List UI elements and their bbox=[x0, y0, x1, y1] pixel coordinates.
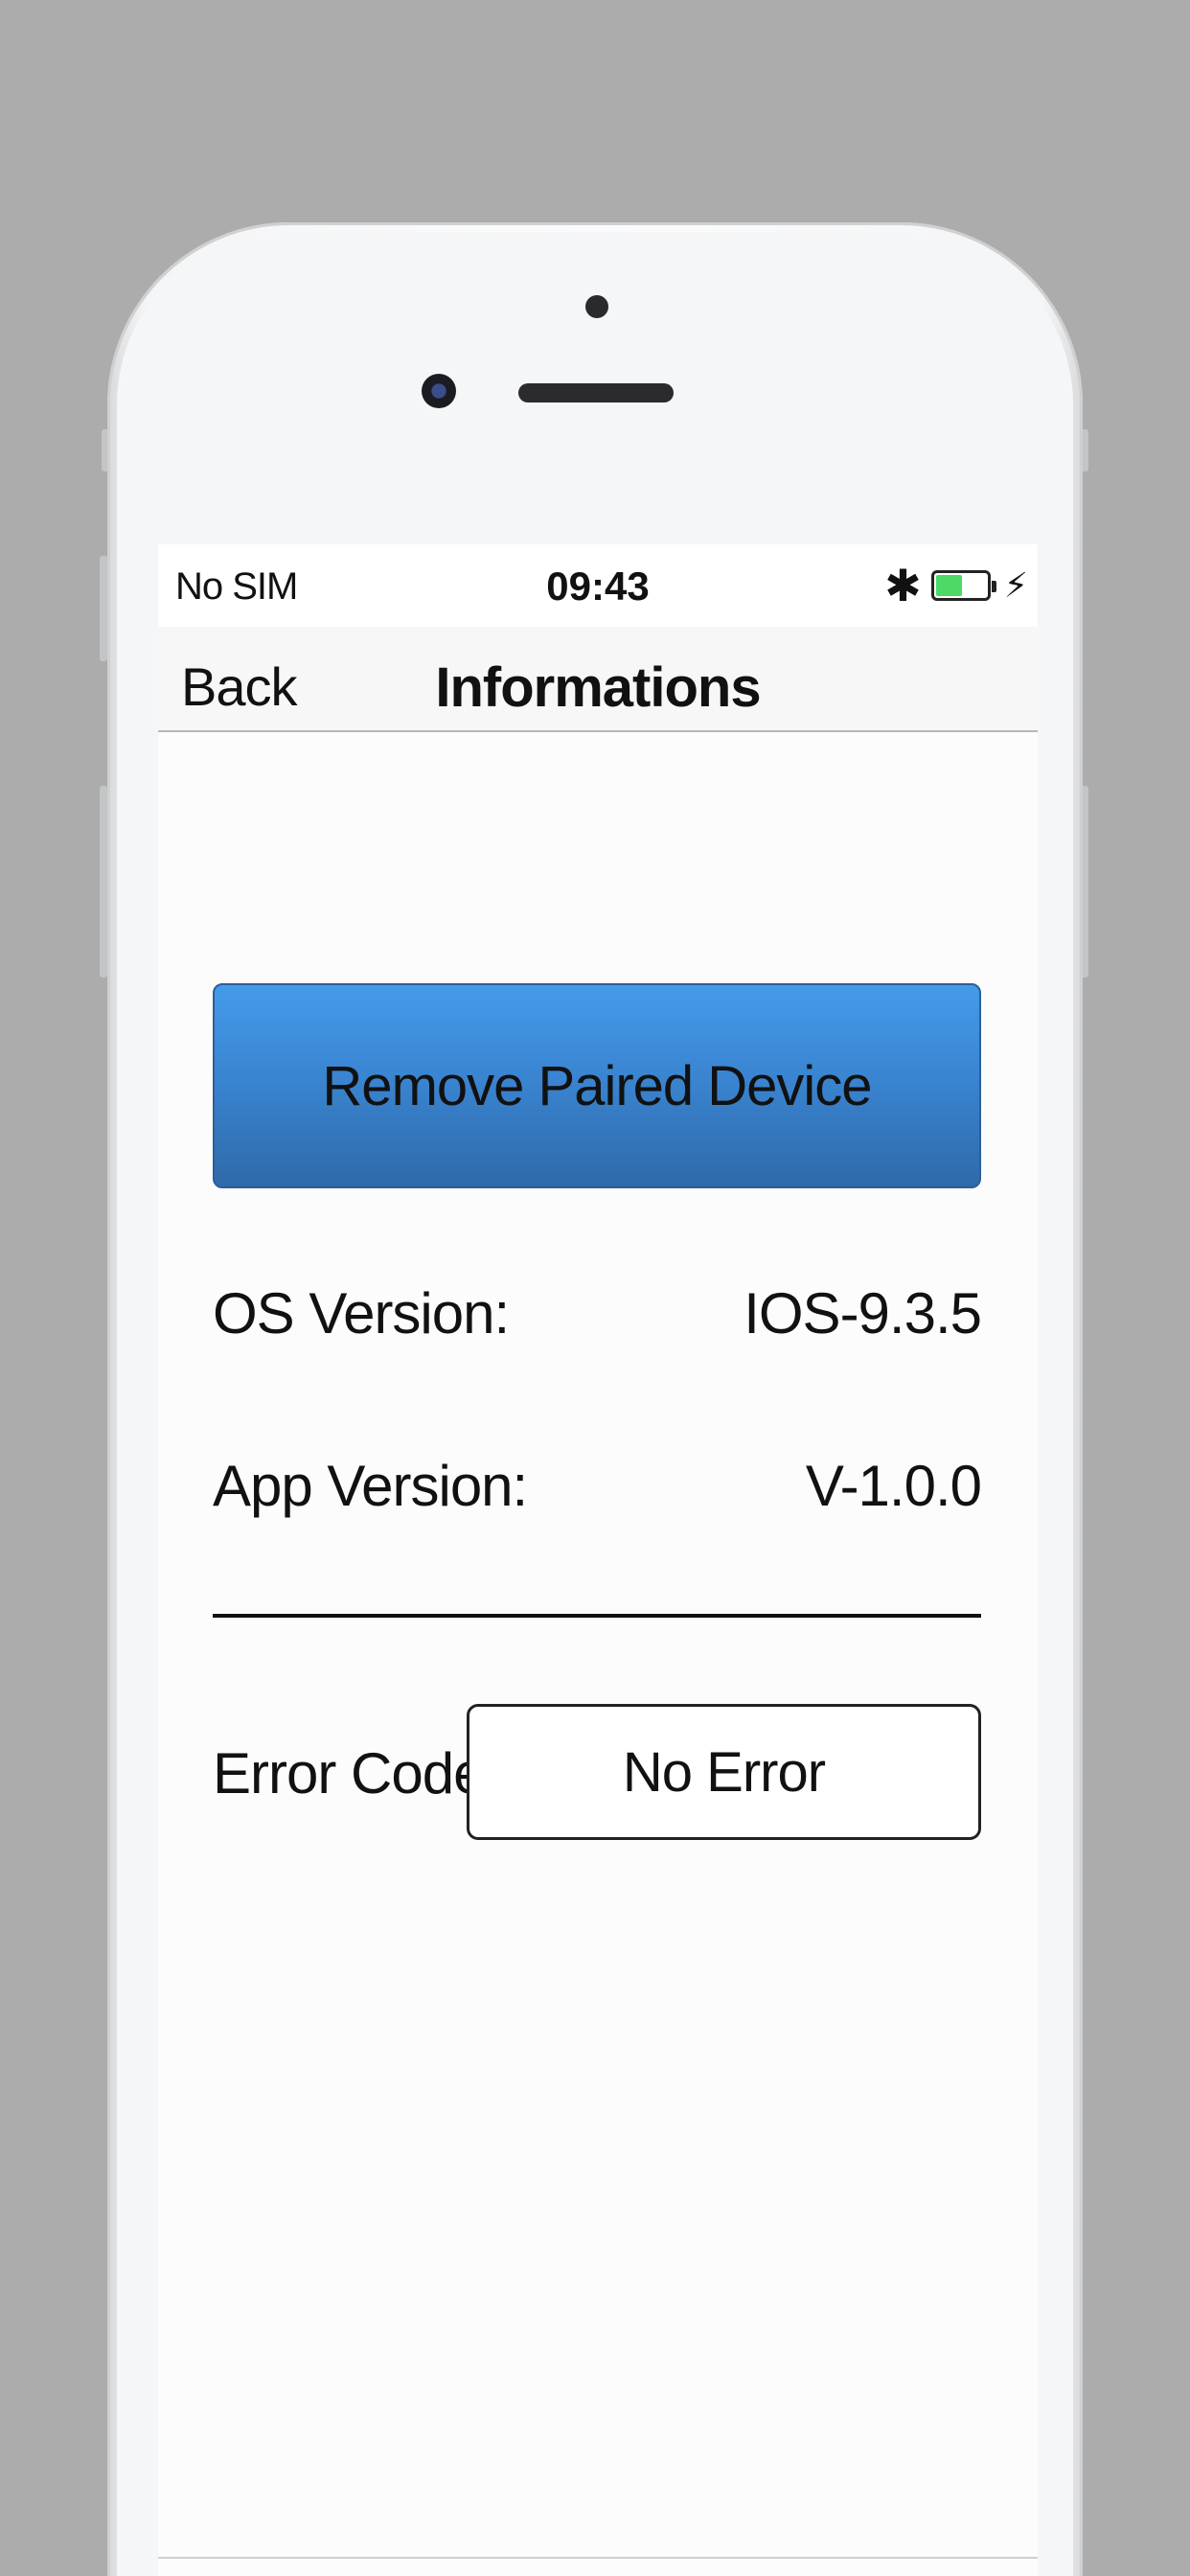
device-frame-background: No SIM 09:43 ✱ ⚡ Back Informations Remov… bbox=[0, 0, 1190, 2576]
app-screen: No SIM 09:43 ✱ ⚡ Back Informations Remov… bbox=[158, 544, 1038, 2576]
screen-bottom-edge bbox=[158, 2557, 1038, 2559]
app-version-row: App Version: V-1.0.0 bbox=[213, 1453, 982, 1530]
error-code-value: No Error bbox=[622, 1740, 826, 1804]
error-code-label: Error Code: bbox=[213, 1741, 500, 1806]
earpiece-speaker bbox=[518, 383, 674, 402]
section-divider bbox=[213, 1614, 981, 1618]
proximity-sensor bbox=[585, 295, 608, 318]
os-version-row: OS Version: IOS-9.3.5 bbox=[213, 1280, 982, 1357]
app-version-label: App Version: bbox=[213, 1454, 528, 1518]
battery-level bbox=[935, 575, 962, 596]
bluetooth-icon: ✱ bbox=[884, 561, 922, 610]
app-version-value: V-1.0.0 bbox=[805, 1454, 982, 1518]
error-code-field: No Error bbox=[467, 1704, 981, 1840]
lightning-icon: ⚡ bbox=[1003, 565, 1028, 605]
volume-down-button bbox=[100, 786, 107, 978]
navigation-bar: Back Informations bbox=[158, 627, 1038, 732]
os-version-value: IOS-9.3.5 bbox=[744, 1281, 982, 1346]
os-version-label: OS Version: bbox=[213, 1281, 510, 1346]
battery-icon bbox=[930, 570, 996, 601]
front-camera-icon bbox=[422, 374, 456, 408]
page-title: Informations bbox=[435, 656, 761, 719]
status-bar: No SIM 09:43 ✱ ⚡ bbox=[158, 544, 1038, 627]
remove-paired-device-label: Remove Paired Device bbox=[322, 1054, 872, 1117]
remove-paired-device-button[interactable]: Remove Paired Device bbox=[213, 983, 981, 1188]
volume-up-button bbox=[100, 556, 107, 661]
status-indicators: ✱ ⚡ bbox=[884, 560, 1028, 611]
